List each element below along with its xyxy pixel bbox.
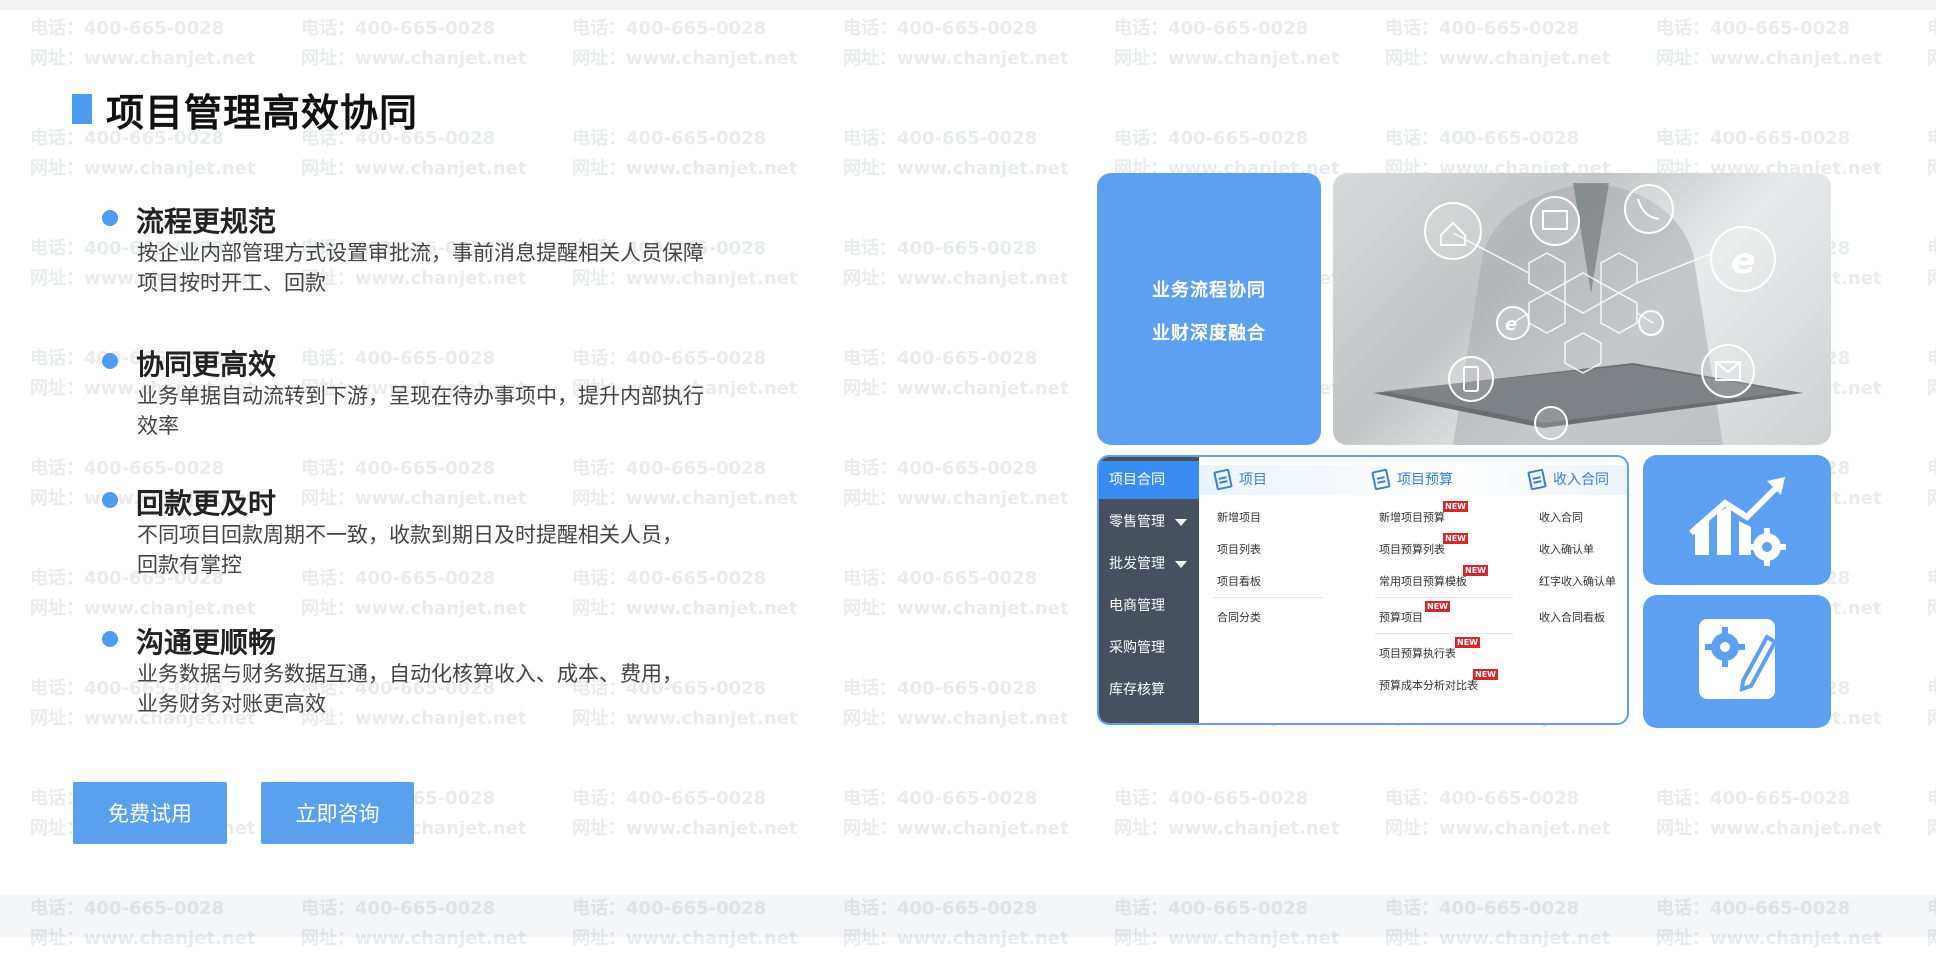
menu-item[interactable]: 项目列表 [1217, 541, 1261, 557]
new-badge: NEW [1473, 669, 1498, 680]
sidebar-item-project-contract[interactable]: 项目合同 [1099, 461, 1199, 499]
feature-title: 沟通更顺畅 [136, 626, 277, 659]
divider [1375, 633, 1513, 634]
bullet-dot-icon [102, 210, 118, 226]
document-icon [1527, 468, 1547, 491]
bullet-dot-icon [102, 492, 118, 508]
svg-text:e: e [1505, 314, 1517, 335]
sidebar-item-retail[interactable]: 零售管理 [1099, 503, 1199, 541]
feature-description: 业务数据与财务数据互通，自动化核算收入、成本、费用， 业务财务对账更高效 [137, 662, 683, 716]
svg-text:e: e [1731, 241, 1755, 282]
menu-item[interactable]: 项目预算列表 [1379, 541, 1445, 557]
column-header-budget: 项目预算 [1369, 467, 1453, 493]
new-badge: NEW [1463, 565, 1488, 576]
menu-main-area: 项目 项目预算 收入合同 新增项目 项目列表 项目看板 合同分类 新增项目预算 … [1199, 457, 1627, 723]
bullet-dot-icon [102, 353, 118, 369]
sidebar-item-label: 零售管理 [1109, 514, 1165, 530]
document-icon [1213, 468, 1233, 491]
new-badge: NEW [1443, 533, 1468, 544]
free-trial-button[interactable]: 免费试用 [73, 782, 227, 844]
menu-item[interactable]: 预算成本分析对比表 [1379, 677, 1478, 693]
feature-title: 回款更及时 [136, 487, 277, 520]
promo-line: 业务流程协同 [1152, 280, 1266, 301]
column-header-income: 收入合同 [1525, 467, 1609, 493]
sidebar-item-ecommerce[interactable]: 电商管理 [1099, 587, 1199, 625]
chart-growth-icon [1689, 477, 1786, 566]
menu-sidebar: 项目合同 零售管理 批发管理 电商管理 采购管理 库存核算 [1099, 457, 1199, 723]
feature-title: 流程更规范 [136, 205, 277, 238]
feature-description: 业务单据自动流转到下游，呈现在待办事项中，提升内部执行效率 [137, 384, 704, 438]
chevron-down-icon [1175, 519, 1187, 526]
column-header-project: 项目 [1211, 467, 1267, 493]
menu-item[interactable]: 红字收入确认单 [1539, 573, 1616, 589]
menu-item[interactable]: 收入合同看板 [1539, 609, 1605, 625]
menu-item[interactable]: 收入合同 [1539, 509, 1583, 525]
menu-item[interactable]: 新增项目 [1217, 509, 1261, 525]
feature-title: 协同更高效 [136, 348, 277, 381]
new-badge: NEW [1455, 637, 1480, 648]
phone-icon [1624, 184, 1674, 234]
title-accent-bar [72, 94, 92, 124]
business-tablet-photo: e e [1333, 173, 1831, 445]
menu-item[interactable]: 合同分类 [1217, 609, 1261, 625]
promo-card: 业务流程协同 业财深度融合 [1097, 173, 1321, 445]
menu-item[interactable]: 预算项目 [1379, 609, 1423, 625]
consult-now-button[interactable]: 立即咨询 [261, 782, 414, 844]
page-title: 项目管理高效协同 [106, 90, 419, 135]
new-badge: NEW [1443, 501, 1468, 512]
settings-edit-icon [1699, 619, 1778, 699]
menu-item[interactable]: 常用项目预算模板 [1379, 573, 1467, 589]
sidebar-item-wholesale[interactable]: 批发管理 [1099, 545, 1199, 583]
house-icon [1424, 202, 1482, 260]
fax-icon [1530, 196, 1580, 246]
sidebar-item-purchase[interactable]: 采购管理 [1099, 629, 1199, 667]
mobile-icon [1448, 356, 1494, 402]
feature-description: 按企业内部管理方式设置审批流，事前消息提醒相关人员保障项目按时开工、回款 [137, 241, 704, 295]
new-badge: NEW [1425, 601, 1450, 612]
menu-item[interactable]: 项目看板 [1217, 573, 1261, 589]
divider [1375, 597, 1513, 598]
menu-item[interactable]: 项目预算执行表 [1379, 645, 1456, 661]
document-icon [1371, 468, 1391, 491]
settings-tile [1643, 595, 1831, 728]
promo-line: 业财深度融合 [1152, 323, 1266, 344]
chevron-down-icon [1175, 561, 1187, 568]
software-menu-preview: 项目合同 零售管理 批发管理 电商管理 采购管理 库存核算 项目 项目预算 收入… [1097, 455, 1629, 725]
menu-item[interactable]: 新增项目预算 [1379, 509, 1445, 525]
feature-description: 不同项目回款周期不一致，收款到期日及时提醒相关人员，回款有掌控 [137, 523, 683, 577]
sidebar-item-label: 批发管理 [1109, 556, 1165, 572]
divider [1213, 597, 1323, 598]
bullet-dot-icon [102, 631, 118, 647]
sidebar-item-inventory[interactable]: 库存核算 [1099, 671, 1199, 709]
section-header: 项目管理高效协同 [72, 84, 419, 135]
analytics-tile [1643, 455, 1831, 585]
menu-item[interactable]: 收入确认单 [1539, 541, 1594, 557]
